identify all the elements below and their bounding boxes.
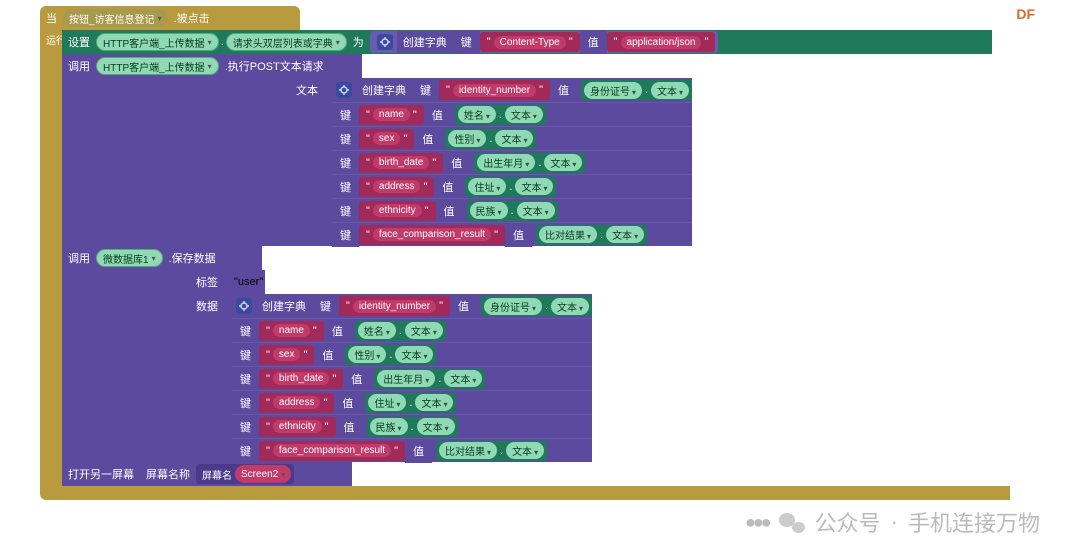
event-block[interactable]: 当 按钮_访客信息登记 .被点击 运行 设置 HTTP客户端_上传数据 . 请求… (40, 6, 1010, 500)
wechat-icon (779, 511, 805, 533)
data-param-label: 数据 (190, 294, 224, 318)
run-label: 运行 (40, 30, 62, 47)
header-value[interactable]: "application/json" (607, 32, 716, 52)
screen-param-label: 屏幕名称 (140, 466, 196, 482)
db-component-dropdown[interactable]: 微数据库1 (96, 249, 163, 267)
text-param-label: 文本 (290, 78, 324, 246)
open-screen-block[interactable]: 打开另一屏幕 屏幕名称 屏幕名 Screen2 (62, 462, 352, 486)
block-canvas[interactable]: 当 按钮_访客信息登记 .被点击 运行 设置 HTTP客户端_上传数据 . 请求… (40, 6, 1010, 500)
create-dict-label: 创建字典 (356, 82, 412, 98)
gear-icon[interactable] (236, 298, 252, 314)
open-screen-label: 打开另一屏幕 (62, 466, 140, 482)
http-post-block[interactable]: 调用 HTTP客户端_上传数据 .执行POST文本请求 文本 创建字典 (62, 54, 992, 246)
dict-wrapper-headers[interactable]: 创建字典 键 "Content-Type" 值 "application/jso… (370, 31, 719, 53)
event-trigger: .被点击 (168, 10, 216, 26)
when-label: 当 (40, 10, 63, 26)
call-label: 调用 (62, 250, 96, 266)
dict-row[interactable]: 键 "identity_number" 值 身份证号.文本 (412, 78, 692, 102)
header-key[interactable]: "Content-Type" (480, 32, 580, 52)
db-dict[interactable]: 创建字典 键 "identity_number" 值 身份证号.文本 键"nam… (232, 294, 592, 462)
set-headers-block[interactable]: 设置 HTTP客户端_上传数据 . 请求头双层列表或字典 为 创建字典 键 "C… (62, 30, 992, 54)
gear-icon[interactable] (377, 34, 393, 50)
create-dict-label: 创建字典 (397, 31, 453, 53)
screen-dropdown[interactable]: Screen2 (235, 465, 291, 483)
wechat-watermark: ●●● 公众号 · 手机连接万物 (745, 506, 1040, 538)
to-label: 为 (347, 34, 370, 50)
http-method: .执行POST文本请求 (219, 58, 330, 74)
event-component-dropdown[interactable]: 按钮_访客信息登记 (63, 9, 168, 27)
call-label: 调用 (62, 58, 96, 74)
tag-param-label: 标签 (190, 270, 224, 294)
set-label: 设置 (62, 34, 96, 50)
gear-icon[interactable] (336, 82, 352, 98)
df-logo: DF (1016, 6, 1035, 22)
http-dict[interactable]: 创建字典 键 "identity_number" 值 身份证号.文本 键"nam… (332, 78, 692, 246)
key-label: 键 (453, 30, 480, 54)
set-component-dropdown[interactable]: HTTP客户端_上传数据 (96, 33, 219, 51)
header-kv-row[interactable]: 键 "Content-Type" 值 "application/json" (453, 30, 716, 54)
create-dict-label: 创建字典 (256, 298, 312, 314)
event-rail: 运行 (40, 30, 62, 486)
db-save-block[interactable]: 调用 微数据库1 .保存数据 标签 数据 "user" (62, 246, 992, 462)
dict-row[interactable]: 键 "identity_number" 值 身份证号.文本 (312, 294, 592, 318)
event-footer (40, 486, 1010, 500)
tag-value[interactable]: "user" (234, 276, 263, 288)
set-property-dropdown[interactable]: 请求头双层列表或字典 (226, 33, 347, 51)
val-label: 值 (580, 30, 607, 54)
http-component-dropdown[interactable]: HTTP客户端_上传数据 (96, 57, 219, 75)
screen-value-block[interactable]: 屏幕名 Screen2 (196, 464, 294, 484)
db-method: .保存数据 (163, 250, 222, 266)
